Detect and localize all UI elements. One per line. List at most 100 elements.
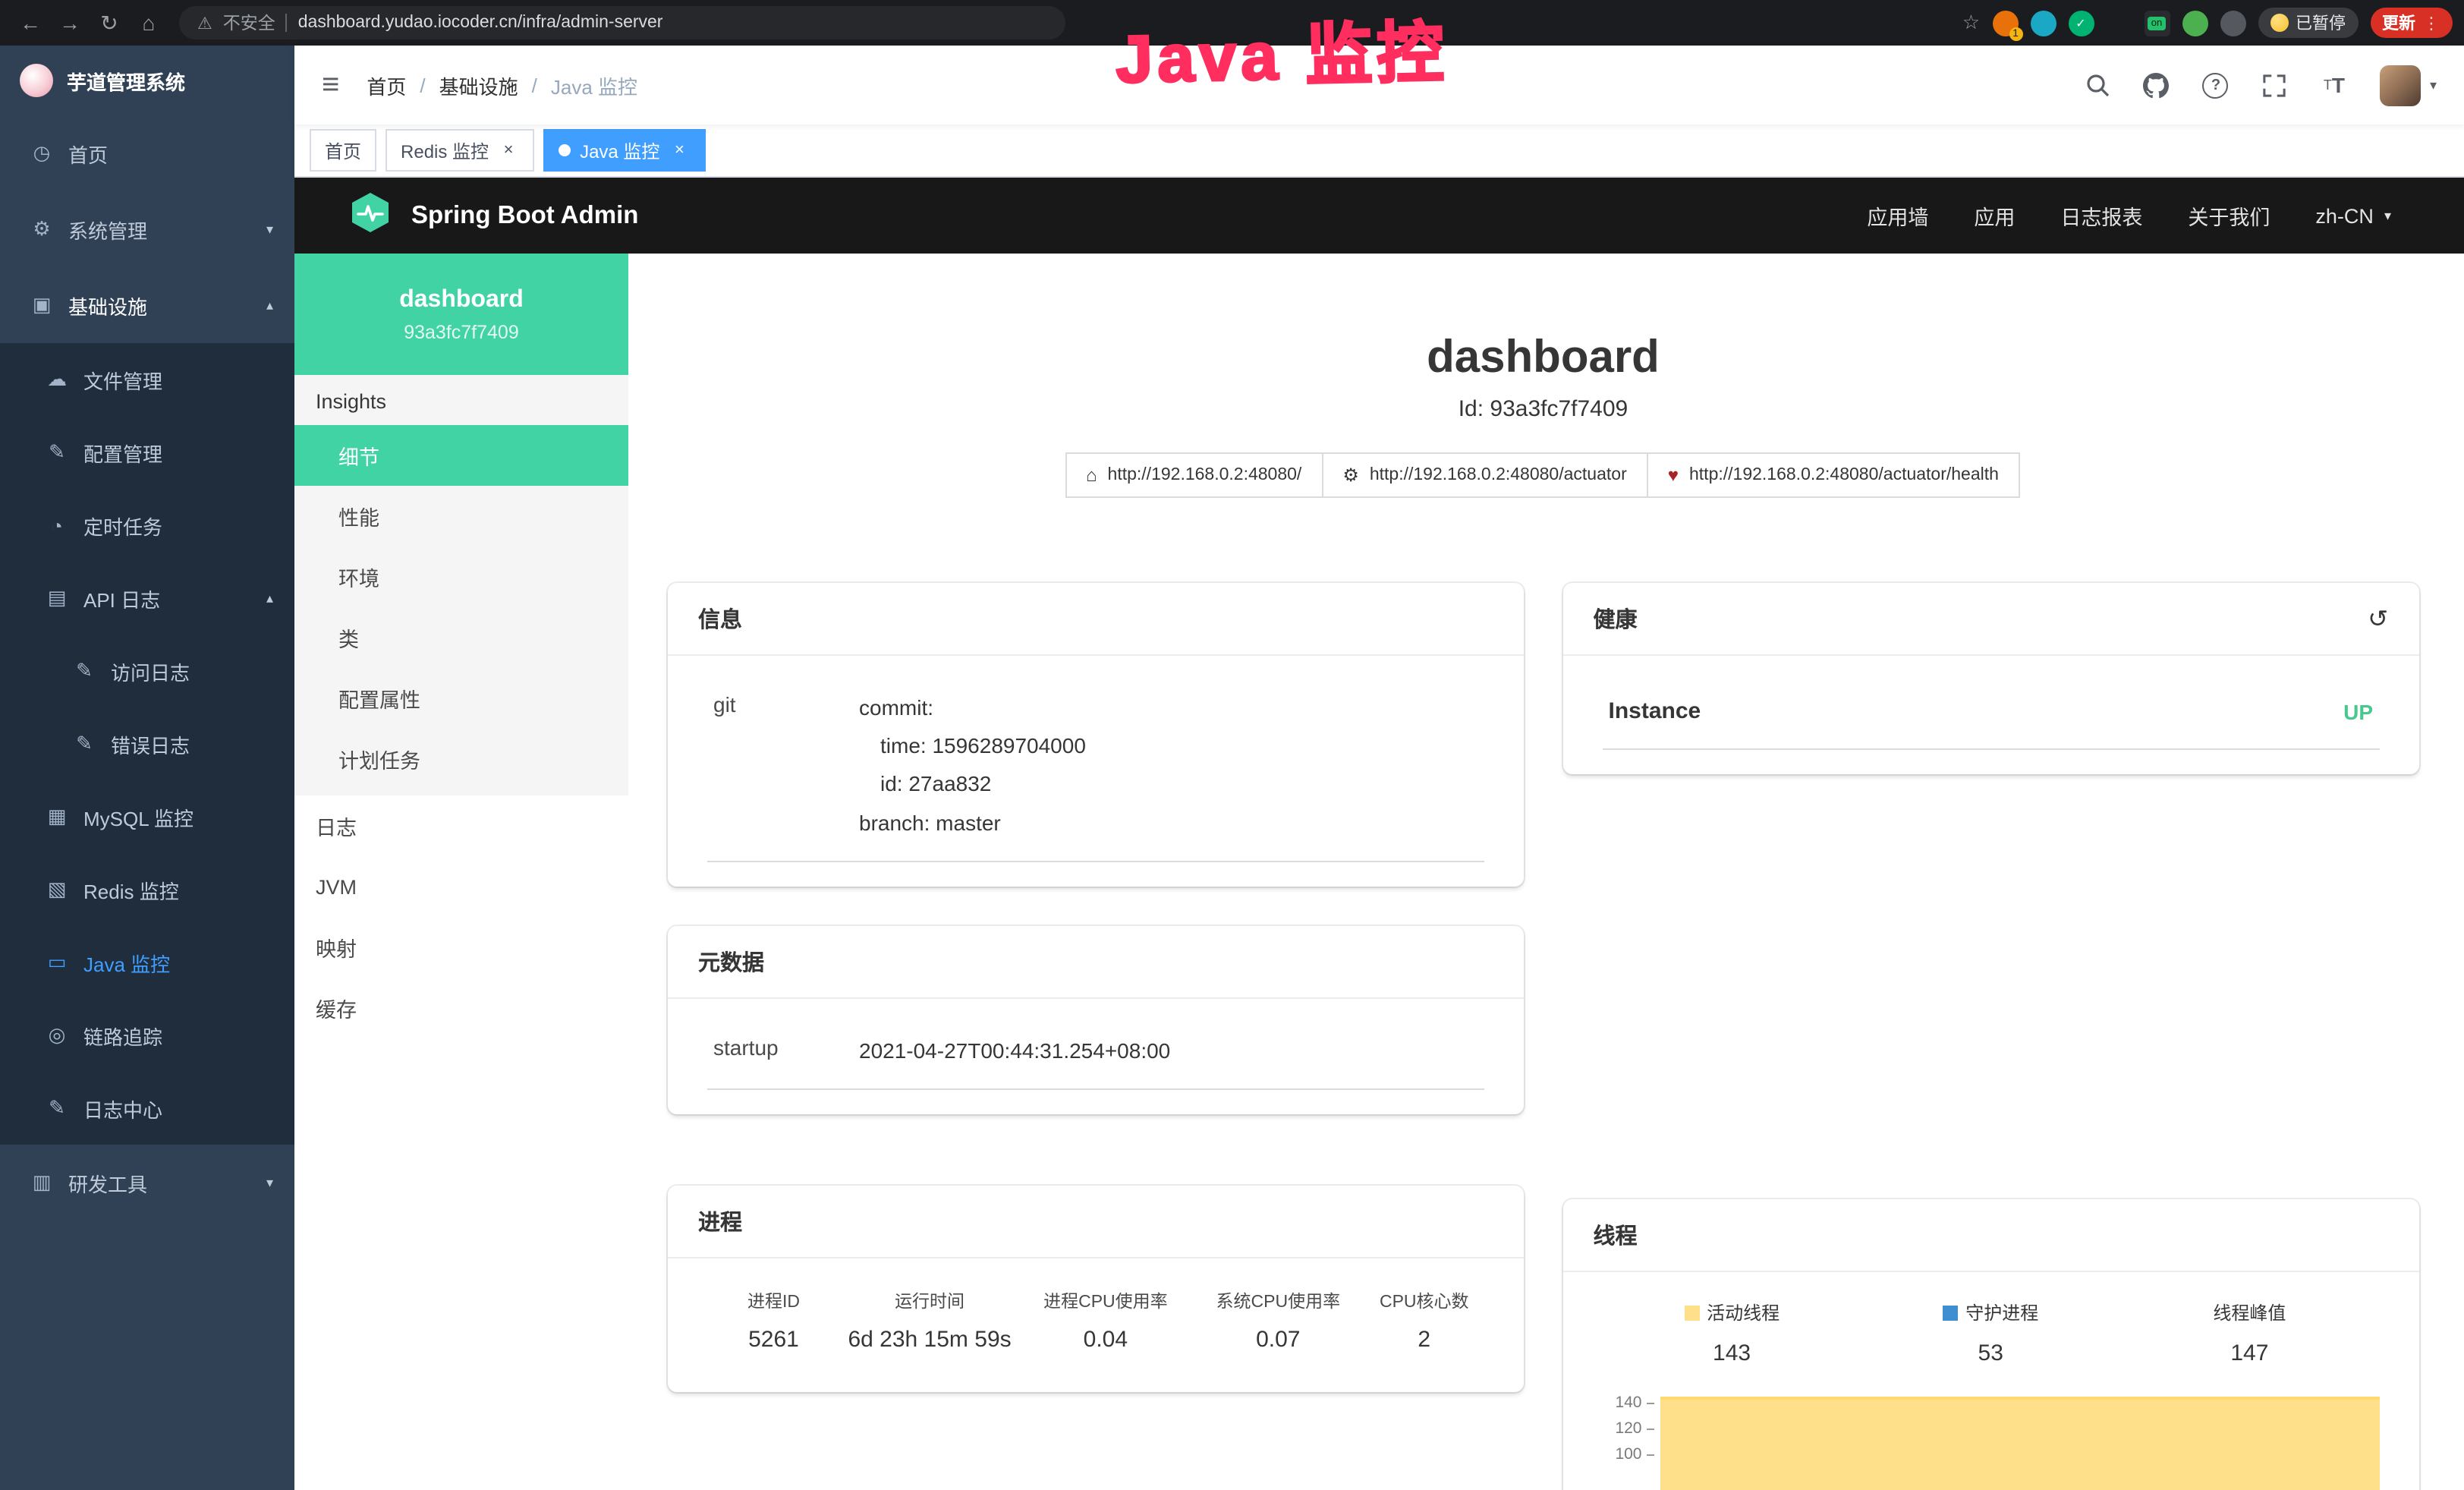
refresh-icon[interactable]: ↻ [91,5,127,41]
close-icon[interactable]: × [498,141,519,159]
sba-item-performance[interactable]: 性能 [294,486,628,547]
sba-item-details[interactable]: 细节 [294,425,628,486]
bookmark-star-icon[interactable]: ☆ [1962,11,1980,35]
sba-item-scheduled-tasks[interactable]: 计划任务 [294,729,628,789]
sidebar-item-java[interactable]: ▭ Java 监控 [0,926,294,999]
sidebar-item-infra[interactable]: ▣ 基础设施 ▴ [0,267,294,343]
fox-extension-icon[interactable]: 1 [1992,10,2018,36]
sidebar-item-mysql[interactable]: ▦ MySQL 监控 [0,780,294,853]
github-icon[interactable] [2143,71,2170,99]
sba-nav-about[interactable]: 关于我们 [2188,200,2270,231]
leaf-extension-icon[interactable] [2182,10,2208,36]
home-icon[interactable]: ⌂ [131,5,167,41]
sba-item-configprops[interactable]: 配置属性 [294,668,628,729]
sba-title: Spring Boot Admin [411,201,638,230]
fullscreen-icon[interactable] [2261,71,2289,99]
sidebar-item-label: Redis 监控 [83,875,273,904]
sidebar-item-error-log[interactable]: ✎ 错误日志 [0,707,294,780]
sidebar-item-home[interactable]: ◷ 首页 [0,115,294,191]
drop-extension-icon[interactable] [2030,10,2056,36]
sidebar-item-redis[interactable]: ▧ Redis 监控 [0,853,294,926]
health-url-button[interactable]: ♥ http://192.168.0.2:48080/actuator/heal… [1647,452,2020,498]
service-url-button[interactable]: ⌂ http://192.168.0.2:48080/ [1065,452,1323,498]
sidebar-item-label: API 日志 [83,584,251,613]
info-card: 信息 git commit: time: 1596289704000 id: 2 [668,583,1524,887]
sba-nav-applications[interactable]: 应用 [1974,200,2015,231]
sidebar-item-devtools[interactable]: ▥ 研发工具 ▾ [0,1145,294,1221]
security-label[interactable]: 不安全 [223,11,275,35]
cards-grid: 信息 git commit: time: 1596289704000 id: 2 [668,583,2418,1490]
paused-badge[interactable]: 已暂停 [2258,8,2358,38]
legend-live-threads: 活动线程 143 [1603,1299,1861,1366]
history-icon[interactable]: ↺ [2368,603,2388,634]
brand-logo [20,64,53,97]
sba-item-classes[interactable]: 类 [294,607,628,668]
sba-language-select[interactable]: zh-CN ▾ [2315,204,2391,227]
kebab-menu-icon[interactable]: ⋮ [2423,13,2440,33]
threads-card-header: 线程 [1563,1199,2419,1272]
sidebar-item-label: 配置管理 [83,438,273,467]
url-text: dashboard.yudao.iocoder.cn/infra/admin-s… [298,14,663,32]
tab-home[interactable]: 首页 [310,129,376,172]
breadcrumb-home[interactable]: 首页 [367,71,406,99]
screen: ← → ↻ ⌂ ⚠ 不安全 dashboard.yudao.iocoder.cn… [0,0,2464,1490]
sidebar-item-file[interactable]: ☁ 文件管理 [0,343,294,416]
main-column: ≡ 首页 / 基础设施 / Java 监控 ? [294,46,2464,1490]
puzzle-extension-icon[interactable] [2220,10,2245,36]
font-size-icon[interactable]: TT [2321,71,2348,99]
sidebar-item-config[interactable]: ✎ 配置管理 [0,416,294,489]
tab-java-monitor[interactable]: Java 监控 × [543,129,705,172]
dashboard-icon: ◷ [30,141,53,165]
process-card-body: 进程ID 5261 运行时间 6d 23h 15m 59s [668,1258,1524,1392]
language-label: zh-CN [2315,204,2374,227]
eye-icon: ◎ [46,1023,68,1047]
chevron-up-icon: ▴ [266,590,273,606]
warning-icon: ⚠ [197,13,212,33]
threads-chart: 140 120 100 [1603,1391,2380,1490]
hamburger-icon[interactable]: ≡ [322,70,339,100]
legend-peak-threads: 线程峰值 147 [2120,1299,2379,1366]
actuator-url-button[interactable]: ⚙ http://192.168.0.2:48080/actuator [1321,452,1647,498]
info-row-git: git commit: time: 1596289704000 id: 27aa… [707,668,1484,862]
breadcrumb-section[interactable]: 基础设施 [439,71,518,99]
sba-body: dashboard 93a3fc7f7409 Insights 细节 性能 环境… [294,254,2464,1490]
health-instance-label: Instance [1609,698,1701,724]
search-icon[interactable] [2084,71,2111,99]
sidebar-item-api-log[interactable]: ▤ API 日志 ▴ [0,562,294,635]
sidebar-item-job[interactable]: ◔ 定时任务 [0,489,294,562]
navbar-tools: ? TT ▾ [2084,65,2437,106]
chart-y-axis: 140 120 100 [1603,1391,1660,1490]
sba-nav-wall[interactable]: 应用墙 [1867,200,1928,231]
check-extension-icon[interactable]: ✓ [2068,10,2094,36]
tab-redis-monitor[interactable]: Redis 监控 × [385,129,534,172]
update-button[interactable]: 更新 ⋮ [2370,8,2452,38]
sidebar-item-trace[interactable]: ◎ 链路追踪 [0,999,294,1072]
breadcrumb-separator: / [532,74,537,96]
address-bar[interactable]: ⚠ 不安全 dashboard.yudao.iocoder.cn/infra/a… [179,6,1065,39]
right-column: 健康 ↺ Instance UP [1563,583,2419,1490]
back-icon[interactable]: ← [12,5,49,41]
sba-item-logs[interactable]: 日志 [294,795,628,856]
insights-section: Insights 细节 性能 环境 类 配置属性 计划任务 [294,375,628,795]
sidebar-item-access-log[interactable]: ✎ 访问日志 [0,635,294,707]
sba-item-mappings[interactable]: 映射 [294,917,628,978]
close-icon[interactable]: × [669,141,690,159]
tab-label: Redis 监控 [401,137,489,163]
sba-item-caches[interactable]: 缓存 [294,978,628,1038]
user-menu[interactable]: ▾ [2380,65,2437,106]
sba-item-jvm[interactable]: JVM [294,856,628,917]
switch-extension-icon[interactable]: on [2144,10,2170,36]
legend-daemon-threads: 守护进程 53 [1861,1299,2120,1366]
caret-down-icon: ▾ [2384,207,2391,224]
live-threads-area [1660,1397,2380,1490]
avatar[interactable] [2380,65,2421,106]
sidebar-item-system[interactable]: ⚙ 系统管理 ▾ [0,191,294,267]
forward-icon[interactable]: → [52,5,88,41]
sba-item-environment[interactable]: 环境 [294,547,628,607]
sba-content: dashboard Id: 93a3fc7f7409 ⌂ http://192.… [628,254,2464,1490]
sba-nav-journal[interactable]: 日志报表 [2060,200,2142,231]
help-icon[interactable]: ? [2202,71,2230,99]
sidebar-item-log-center[interactable]: ✎ 日志中心 [0,1072,294,1145]
chevron-up-icon: ▴ [266,297,273,313]
instance-block[interactable]: dashboard 93a3fc7f7409 [294,254,628,375]
